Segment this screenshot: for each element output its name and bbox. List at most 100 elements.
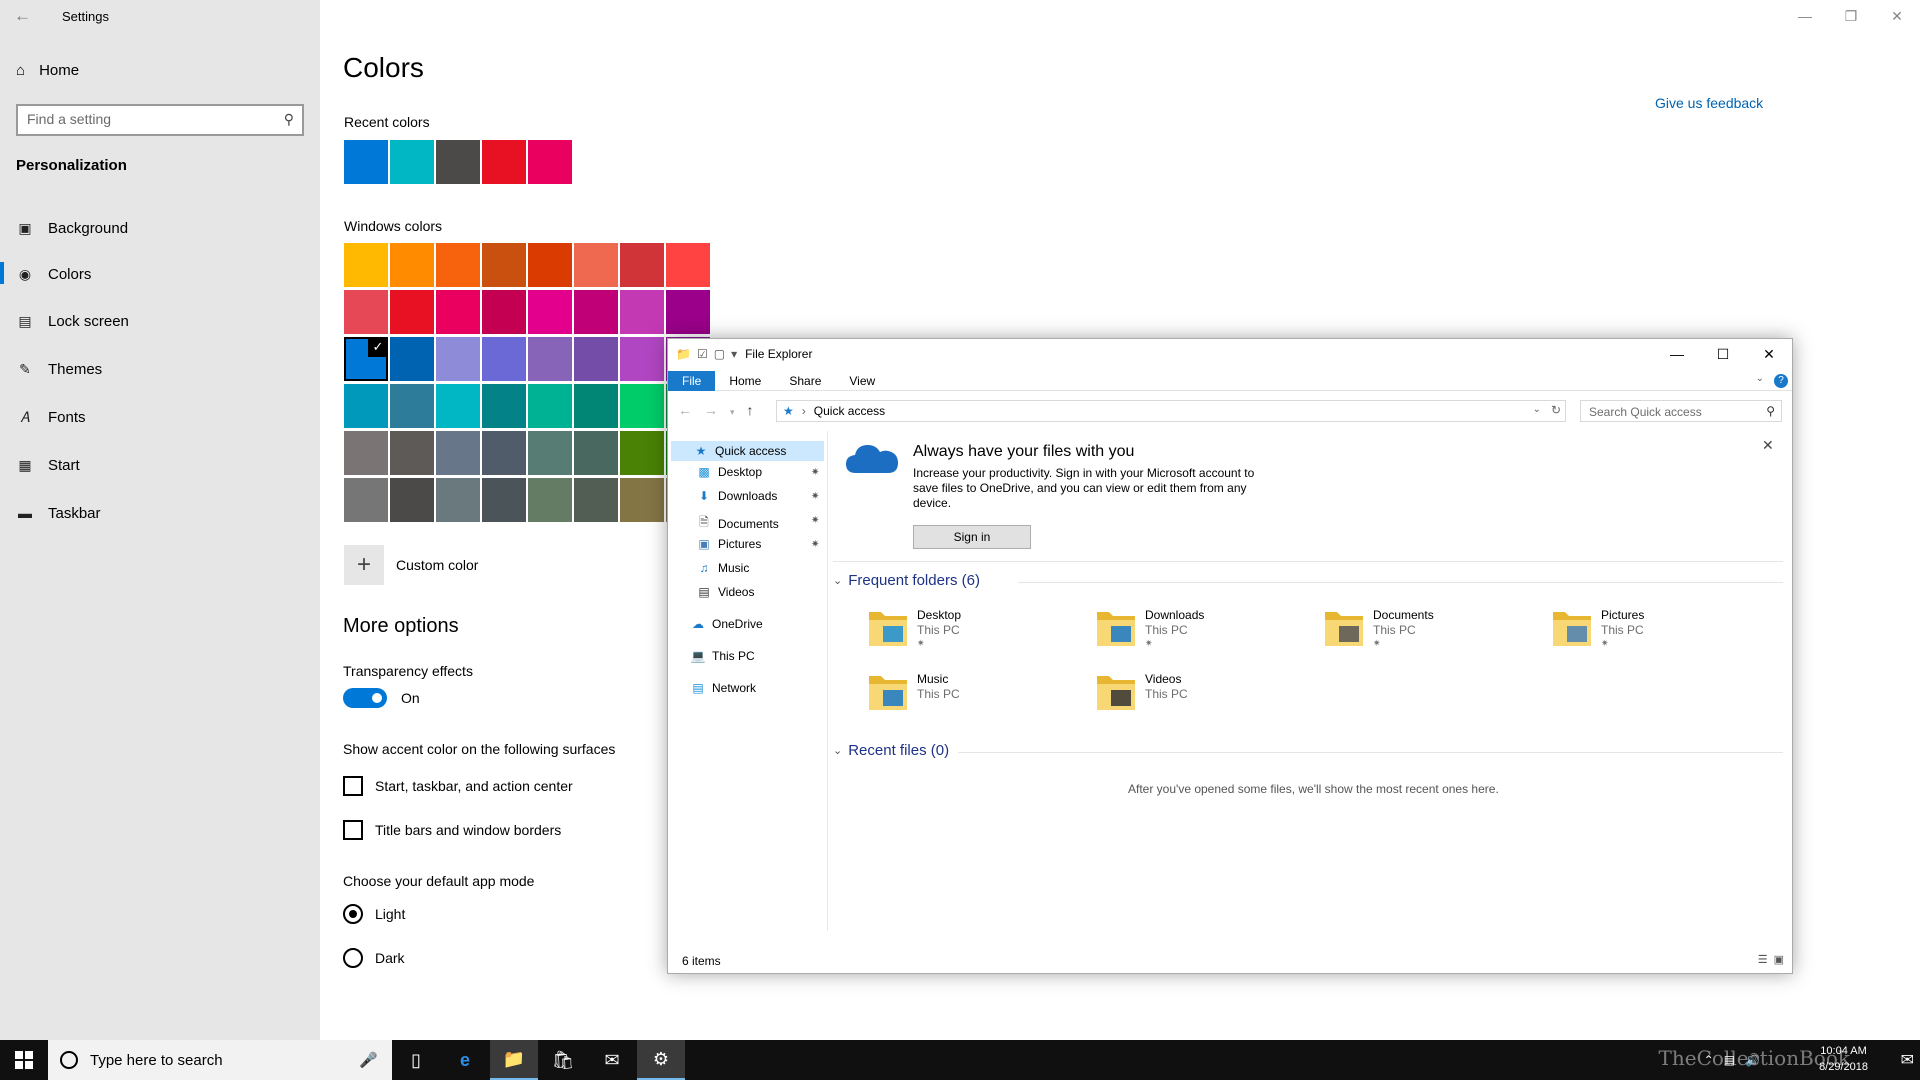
color-swatch[interactable] — [574, 478, 618, 522]
nav-this-pc[interactable]: 💻 This PC — [690, 649, 755, 663]
color-swatch[interactable] — [528, 478, 572, 522]
color-swatch[interactable] — [390, 431, 434, 475]
sidebar-item-background[interactable]: ▣ Background — [16, 215, 306, 241]
recent-locations-icon[interactable]: ▾ — [730, 402, 735, 422]
up-arrow-icon[interactable]: ↑ — [747, 402, 754, 422]
nav-documents[interactable]: 🗎 Documents — [696, 513, 779, 534]
clock[interactable]: 10:04 AM 8/29/2018 — [1819, 1043, 1868, 1075]
color-swatch[interactable] — [344, 290, 388, 334]
back-arrow-icon[interactable]: ← — [14, 6, 31, 26]
color-swatch[interactable] — [436, 478, 480, 522]
color-swatch[interactable] — [390, 337, 434, 381]
color-swatch[interactable] — [574, 337, 618, 381]
refresh-icon[interactable]: ↻ — [1551, 403, 1561, 417]
start-taskbar-checkbox[interactable] — [343, 776, 363, 796]
chevron-up-icon[interactable]: ⌃ — [1704, 1053, 1714, 1067]
sign-in-button[interactable]: Sign in — [913, 525, 1031, 549]
help-icon[interactable]: ? — [1774, 374, 1788, 388]
folder-tile-videos[interactable]: Videos This PC — [1095, 668, 1315, 718]
back-arrow-icon[interactable]: ← — [678, 402, 692, 422]
color-swatch[interactable]: ✓ — [344, 337, 388, 381]
new-folder-icon[interactable]: ▢ — [714, 347, 725, 361]
color-swatch[interactable] — [528, 337, 572, 381]
title-bars-checkbox[interactable] — [343, 820, 363, 840]
give-feedback-link[interactable]: Give us feedback — [1655, 95, 1763, 111]
color-swatch[interactable] — [482, 431, 526, 475]
taskbar-search-box[interactable]: Type here to search 🎤 — [48, 1040, 392, 1080]
color-swatch[interactable] — [574, 290, 618, 334]
minimize-icon[interactable]: — — [1654, 339, 1700, 369]
tab-file[interactable]: File — [668, 370, 716, 391]
sidebar-item-themes[interactable]: ✎ Themes — [16, 356, 306, 382]
color-swatch[interactable] — [528, 431, 572, 475]
mail-icon[interactable]: ✉ — [588, 1040, 636, 1080]
color-swatch[interactable] — [574, 384, 618, 428]
microphone-icon[interactable]: 🎤 — [359, 1051, 378, 1069]
maximize-icon[interactable]: ☐ — [1700, 339, 1746, 369]
sidebar-item-lock-screen[interactable]: ▤ Lock screen — [16, 308, 306, 334]
dark-mode-radio-row[interactable]: Dark — [343, 948, 405, 968]
properties-icon[interactable]: ☑ — [697, 347, 708, 361]
color-swatch[interactable] — [344, 243, 388, 287]
color-swatch[interactable] — [574, 431, 618, 475]
task-view-icon[interactable]: ▯ — [392, 1040, 440, 1080]
color-swatch[interactable] — [344, 431, 388, 475]
light-mode-radio-row[interactable]: Light — [343, 904, 405, 924]
sidebar-item-colors[interactable]: ◉ Colors — [16, 261, 306, 287]
custom-color-button[interactable]: + Custom color — [344, 545, 478, 585]
search-icon[interactable]: ⚲ — [284, 111, 294, 128]
settings-gear-icon[interactable]: ⚙ — [637, 1040, 685, 1080]
color-swatch[interactable] — [482, 337, 526, 381]
volume-icon[interactable]: 🔊 — [1745, 1053, 1760, 1067]
nav-downloads[interactable]: ⬇ Downloads — [696, 489, 777, 503]
recent-color-swatch[interactable] — [390, 140, 434, 184]
color-swatch[interactable] — [482, 243, 526, 287]
color-swatch[interactable] — [528, 384, 572, 428]
folder-tile-documents[interactable]: Documents This PC ✷ — [1323, 604, 1543, 654]
nav-network[interactable]: ▤ Network — [690, 681, 756, 695]
color-swatch[interactable] — [436, 243, 480, 287]
network-icon[interactable]: ▤ — [1724, 1053, 1735, 1067]
color-swatch[interactable] — [620, 384, 664, 428]
color-swatch[interactable] — [390, 290, 434, 334]
recent-files-header[interactable]: ⌄ Recent files (0) — [833, 742, 949, 759]
restore-icon[interactable]: ❐ — [1828, 0, 1874, 32]
sidebar-item-taskbar[interactable]: ▬ Taskbar — [16, 500, 306, 526]
folder-tile-downloads[interactable]: Downloads This PC ✷ — [1095, 604, 1315, 654]
find-setting-input[interactable]: Find a setting ⚲ — [16, 104, 304, 136]
chevron-down-icon[interactable]: ▾ — [731, 347, 737, 361]
minimize-icon[interactable]: — — [1782, 0, 1828, 32]
chevron-right-icon[interactable]: › — [802, 404, 806, 418]
large-icons-view-icon[interactable]: ▣ — [1774, 953, 1784, 966]
details-view-icon[interactable]: ☰ — [1758, 953, 1768, 966]
nav-music[interactable]: ♫ Music — [696, 561, 750, 575]
nav-videos[interactable]: ▤ Videos — [696, 585, 754, 599]
color-swatch[interactable] — [620, 431, 664, 475]
tab-home[interactable]: Home — [715, 371, 775, 391]
folder-tile-pictures[interactable]: Pictures This PC ✷ — [1551, 604, 1771, 654]
folder-tile-music[interactable]: Music This PC — [867, 668, 1087, 718]
nav-desktop[interactable]: ▩ Desktop — [696, 465, 762, 479]
color-swatch[interactable] — [528, 243, 572, 287]
color-swatch[interactable] — [436, 337, 480, 381]
close-icon[interactable]: ✕ — [1874, 0, 1920, 32]
chevron-down-icon[interactable]: ⌄ — [1533, 404, 1541, 415]
color-swatch[interactable] — [436, 431, 480, 475]
recent-color-swatch[interactable] — [482, 140, 526, 184]
start-button[interactable] — [0, 1040, 48, 1080]
color-swatch[interactable] — [390, 243, 434, 287]
edge-icon[interactable]: e — [441, 1040, 489, 1080]
color-swatch[interactable] — [528, 290, 572, 334]
sidebar-item-fonts[interactable]: 𝐴 Fonts — [16, 404, 306, 430]
file-explorer-icon[interactable]: 📁 — [490, 1040, 538, 1080]
transparency-toggle[interactable] — [343, 688, 387, 708]
recent-color-swatch[interactable] — [436, 140, 480, 184]
dark-mode-radio[interactable] — [343, 948, 363, 968]
recent-color-swatch[interactable] — [344, 140, 388, 184]
frequent-folders-header[interactable]: ⌄ Frequent folders (6) — [833, 572, 980, 589]
color-swatch[interactable] — [436, 290, 480, 334]
light-mode-radio[interactable] — [343, 904, 363, 924]
expand-ribbon-icon[interactable]: ⌄ — [1756, 373, 1764, 384]
explorer-search-input[interactable]: Search Quick access ⚲ — [1580, 400, 1782, 422]
tab-view[interactable]: View — [835, 371, 889, 391]
